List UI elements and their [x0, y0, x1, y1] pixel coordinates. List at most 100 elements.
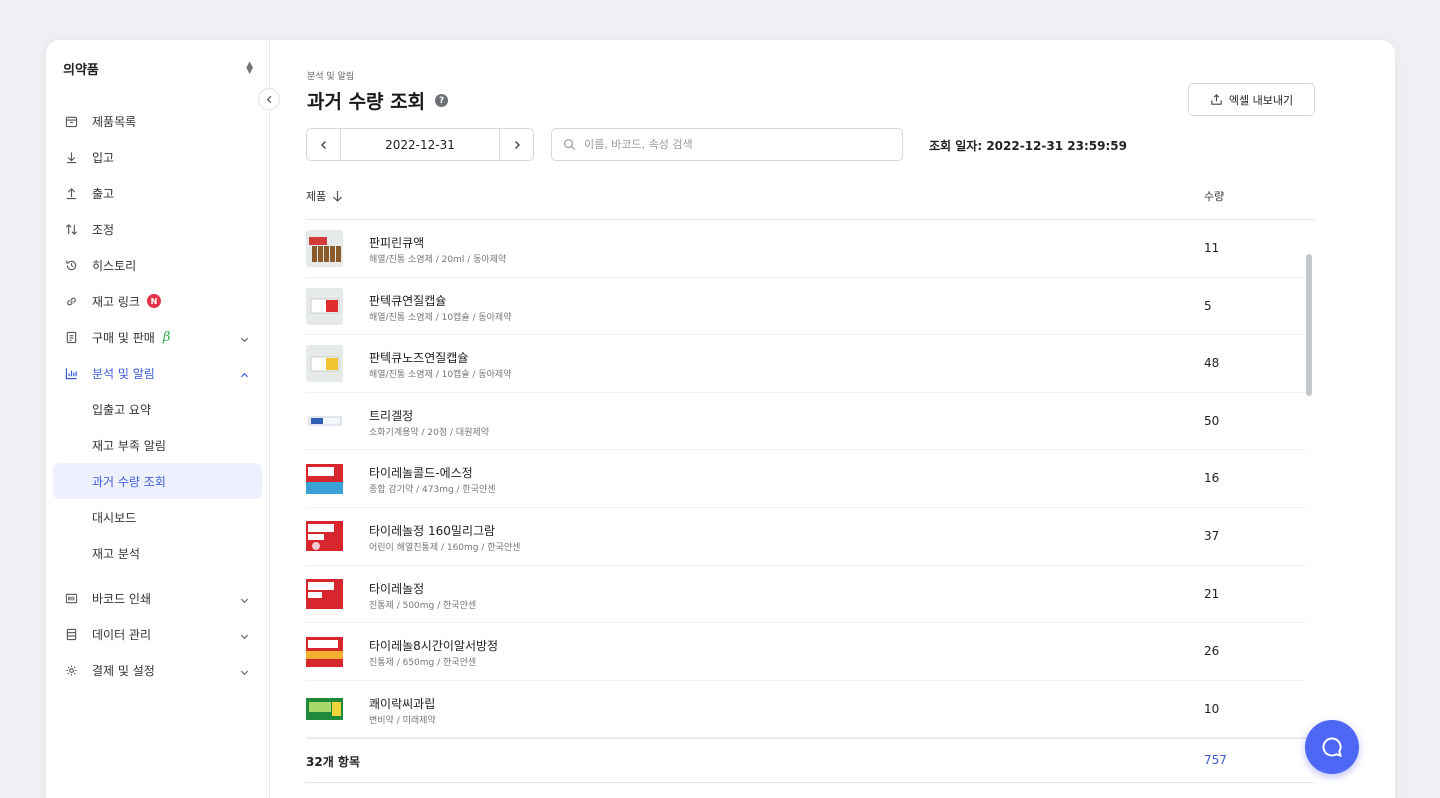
product-quantity: 16: [1204, 471, 1220, 486]
chart-icon: [63, 365, 79, 381]
column-header-product[interactable]: 제품: [306, 188, 343, 204]
previous-date-button[interactable]: [307, 129, 341, 160]
table-footer: 32개 항목 757: [306, 738, 1315, 783]
beta-badge: β: [162, 329, 171, 345]
item-count: 32개 항목: [306, 755, 360, 769]
arrow-down-icon: [63, 149, 79, 165]
chevron-down-icon: [239, 591, 250, 610]
sidebar-item-inbound[interactable]: 입고: [53, 139, 262, 175]
product-thumbnail: [306, 460, 343, 498]
sidebar-item-label: 바코드 인쇄: [92, 591, 152, 606]
help-icon[interactable]: ?: [435, 94, 449, 107]
product-thumbnail: [306, 230, 343, 267]
sidebar-subitem-inout-summary[interactable]: 입출고 요약: [53, 391, 262, 427]
table-header: 제품 수량: [306, 180, 1315, 220]
table-row[interactable]: 쾌이락씨과립 변비약 / 미래제약 10: [306, 681, 1306, 739]
column-header-quantity: 수량: [1204, 190, 1225, 203]
workspace-switcher[interactable]: 의약품 ▲ ▼: [63, 58, 253, 78]
selected-date[interactable]: 2022-12-31: [341, 129, 499, 160]
chevron-down-icon: [239, 663, 250, 682]
sidebar-subitem-stock-analysis[interactable]: 재고 분석: [53, 535, 262, 571]
product-attributes: 해열/진통 소염제 / 20ml / 동아제약: [369, 255, 507, 265]
table-row[interactable]: 판텍큐노즈연질캡슐 해열/진통 소염제 / 10캡슐 / 동아제약 48: [306, 335, 1306, 393]
product-quantity: 26: [1204, 644, 1220, 659]
table-row[interactable]: 판피린큐액 해열/진통 소염제 / 20ml / 동아제약 11: [306, 220, 1306, 278]
sidebar-subitem-label: 대시보드: [92, 510, 137, 525]
sidebar-item-label: 출고: [92, 186, 115, 201]
sidebar-item-label: 제품목록: [92, 114, 137, 129]
swap-icon: [63, 221, 79, 237]
sidebar-subitem-dashboard[interactable]: 대시보드: [53, 499, 262, 535]
chevron-up-icon: [239, 366, 250, 385]
next-date-button[interactable]: [499, 129, 533, 160]
product-thumbnail: [306, 287, 343, 325]
product-attributes: 해열/진통 소염제 / 10캡슐 / 동아제약: [369, 370, 512, 381]
sidebar-item-products[interactable]: 제품목록: [53, 103, 262, 139]
history-icon: [63, 257, 79, 273]
sidebar-nav: 제품목록 입고 출고 조정 히스토리 재고 링크 N 구매 및 판매 β 분석 …: [53, 103, 262, 688]
product-attributes: 해열/진통 소염제 / 10캡슐 / 동아제약: [369, 312, 512, 323]
sidebar-item-billing-settings[interactable]: 결제 및 설정: [53, 652, 262, 688]
chevron-down-icon: [239, 330, 250, 349]
sidebar-item-purchase-sales[interactable]: 구매 및 판매 β: [53, 319, 262, 355]
sidebar-subitem-past-quantity[interactable]: 과거 수량 조회: [53, 463, 262, 499]
sidebar-item-label: 입고: [92, 150, 115, 165]
sidebar-item-analytics[interactable]: 분석 및 알림: [53, 355, 262, 391]
table-row[interactable]: 트리겔정 소화기계용약 / 20정 / 대원제약 50: [306, 393, 1306, 451]
chevron-right-icon: [514, 140, 520, 149]
main-content: 분석 및 알림 과거 수량 조회 ? 엑셀 내보내기 2022-12-31 조회…: [270, 40, 1395, 798]
table-row[interactable]: 타이레놀8시간이알서방정 진통제 / 650mg / 한국얀센 26: [306, 623, 1306, 681]
product-name: 타이레놀정 160밀리그람: [369, 523, 496, 538]
search-input[interactable]: [584, 138, 884, 151]
export-button-label: 엑셀 내보내기: [1228, 93, 1294, 107]
product-attributes: 소화기계용약 / 20정 / 대원제약: [369, 427, 490, 438]
sidebar-item-adjust[interactable]: 조정: [53, 211, 262, 247]
date-picker: 2022-12-31: [306, 128, 534, 161]
table-row[interactable]: 타이레놀정 진통제 / 500mg / 한국얀센 21: [306, 566, 1306, 624]
app-window: 의약품 ▲ ▼ 제품목록 입고 출고 조정 히스토리 재고 링크 N 구매 및 …: [46, 40, 1395, 798]
search-icon: [564, 139, 576, 151]
sidebar-item-label: 분석 및 알림: [92, 366, 155, 381]
table-row[interactable]: 타이레놀정 160밀리그람 어린이 해열진통제 / 160mg / 한국얀센 3…: [306, 508, 1306, 566]
new-badge: N: [146, 294, 161, 308]
workspace-name: 의약품: [63, 62, 99, 78]
sidebar-item-outbound[interactable]: 출고: [53, 175, 262, 211]
product-attributes: 진통제 / 500mg / 한국얀센: [369, 600, 477, 611]
product-name: 판피린큐액: [369, 236, 425, 250]
export-excel-button[interactable]: 엑셀 내보내기: [1188, 83, 1315, 116]
link-icon: [63, 293, 79, 309]
sidebar-item-label: 데이터 관리: [92, 627, 152, 642]
column-header-label: 제품: [306, 190, 327, 203]
sidebar-item-label: 구매 및 판매: [92, 330, 155, 345]
sidebar: 의약품 ▲ ▼ 제품목록 입고 출고 조정 히스토리 재고 링크 N 구매 및 …: [46, 40, 270, 798]
table-row[interactable]: 타이레놀콜드-에스정 종합 감기약 / 473mg / 한국얀센 16: [306, 450, 1306, 508]
gear-icon: [63, 662, 79, 678]
box-icon: [63, 113, 79, 129]
product-thumbnail: [306, 633, 343, 671]
sidebar-item-history[interactable]: 히스토리: [53, 247, 262, 283]
product-thumbnail: [306, 517, 343, 555]
table-scrollbar[interactable]: [1306, 254, 1312, 396]
search-box: [551, 128, 903, 161]
product-name: 쾌이락씨과립: [369, 696, 436, 711]
product-table-body: 판피린큐액 해열/진통 소염제 / 20ml / 동아제약 11 판텍큐연질캡슐…: [306, 220, 1306, 739]
table-row[interactable]: 판텍큐연질캡슐 해열/진통 소염제 / 10캡슐 / 동아제약 5: [306, 278, 1306, 336]
sidebar-item-data-management[interactable]: 데이터 관리: [53, 616, 262, 652]
sidebar-item-stock-link[interactable]: 재고 링크 N: [53, 283, 262, 319]
sidebar-item-barcode-print[interactable]: 바코드 인쇄: [53, 580, 262, 616]
sidebar-subitem-low-stock-alert[interactable]: 재고 부족 알림: [53, 427, 262, 463]
product-quantity: 21: [1204, 586, 1220, 601]
query-datetime: 조회 일자: 2022-12-31 23:59:59: [929, 139, 1127, 153]
product-name: 타이레놀콜드-에스정: [369, 466, 473, 481]
product-attributes: 어린이 해열진통제 / 160mg / 한국얀센: [369, 542, 521, 553]
chat-support-button[interactable]: [1305, 720, 1359, 774]
breadcrumb: 분석 및 알림: [307, 72, 355, 82]
total-quantity: 757: [1204, 753, 1227, 767]
chevron-down-icon: [239, 627, 250, 646]
product-name: 판텍큐노즈연질캡슐: [369, 351, 469, 366]
product-thumbnail: [306, 690, 343, 728]
sidebar-item-label: 조정: [92, 222, 115, 237]
chat-bubble-icon: [1322, 737, 1342, 757]
product-quantity: 5: [1204, 298, 1212, 313]
collapse-sidebar-button[interactable]: [258, 88, 280, 110]
